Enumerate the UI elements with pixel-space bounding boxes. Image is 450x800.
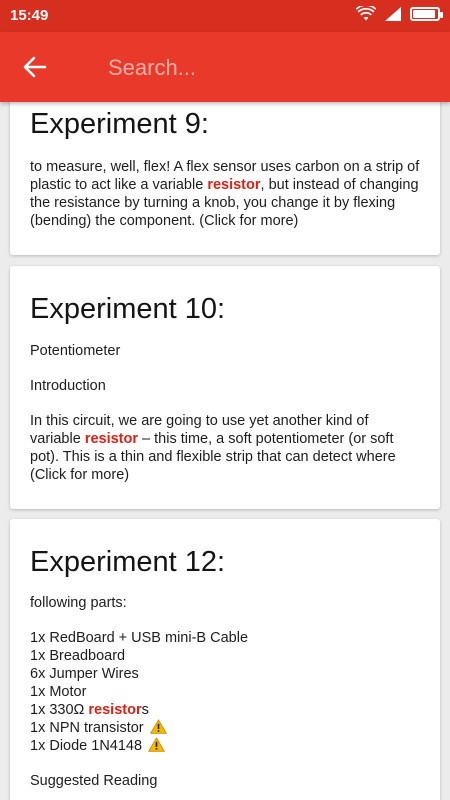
card-snippet: to measure, well, flex! A flex sensor us… bbox=[30, 159, 420, 229]
warning-icon bbox=[148, 737, 165, 752]
highlight-term: resistor bbox=[207, 177, 261, 193]
result-card[interactable]: Experiment 12: following parts: 1x RedBo… bbox=[10, 519, 440, 800]
card-snippet: In this circuit, we are going to use yet… bbox=[30, 413, 396, 483]
card-line: Suggested Reading bbox=[30, 773, 158, 789]
card-title: Experiment 9: bbox=[30, 108, 209, 140]
battery-icon bbox=[410, 7, 443, 21]
card-title: Experiment 10: bbox=[30, 293, 226, 325]
card-line: Potentiometer bbox=[30, 343, 121, 359]
parts-list-item: 1x Breadboard bbox=[30, 648, 126, 664]
parts-list-item: 1x Diode 1N4148 bbox=[30, 737, 420, 755]
parts-list-item: 1x RedBoard + USB mini-B Cable bbox=[30, 630, 249, 646]
results-list: Experiment 9: to measure, well, flex! A … bbox=[0, 102, 450, 800]
highlight-term: resistor bbox=[84, 431, 139, 447]
back-button[interactable] bbox=[18, 52, 52, 82]
result-card[interactable]: Experiment 9: to measure, well, flex! A … bbox=[10, 102, 440, 255]
app-bar bbox=[0, 32, 450, 102]
parts-list-item: 1x 330Ω resistors bbox=[30, 702, 149, 718]
parts-list-item: 6x Jumper Wires bbox=[30, 666, 139, 682]
status-time: 15:49 bbox=[10, 7, 49, 24]
wifi-icon bbox=[356, 6, 376, 21]
search-input[interactable] bbox=[108, 52, 408, 84]
card-line: Introduction bbox=[30, 378, 106, 394]
parts-list-item: 1x Motor bbox=[30, 684, 87, 700]
parts-list: 1x RedBoard + USB mini-B Cable 1x Breadb… bbox=[30, 629, 420, 755]
highlight-term: resistor bbox=[88, 702, 142, 718]
parts-list-item: 1x NPN transistor bbox=[30, 719, 420, 737]
warning-icon bbox=[149, 719, 167, 734]
arrow-left-icon bbox=[23, 56, 47, 78]
card-line: following parts: bbox=[30, 595, 127, 611]
status-icons bbox=[356, 6, 443, 22]
signal-icon bbox=[385, 7, 401, 21]
card-title: Experiment 12: bbox=[30, 546, 226, 578]
status-bar: 15:49 bbox=[0, 0, 450, 32]
result-card[interactable]: Experiment 10: Potentiometer Introductio… bbox=[10, 266, 440, 509]
